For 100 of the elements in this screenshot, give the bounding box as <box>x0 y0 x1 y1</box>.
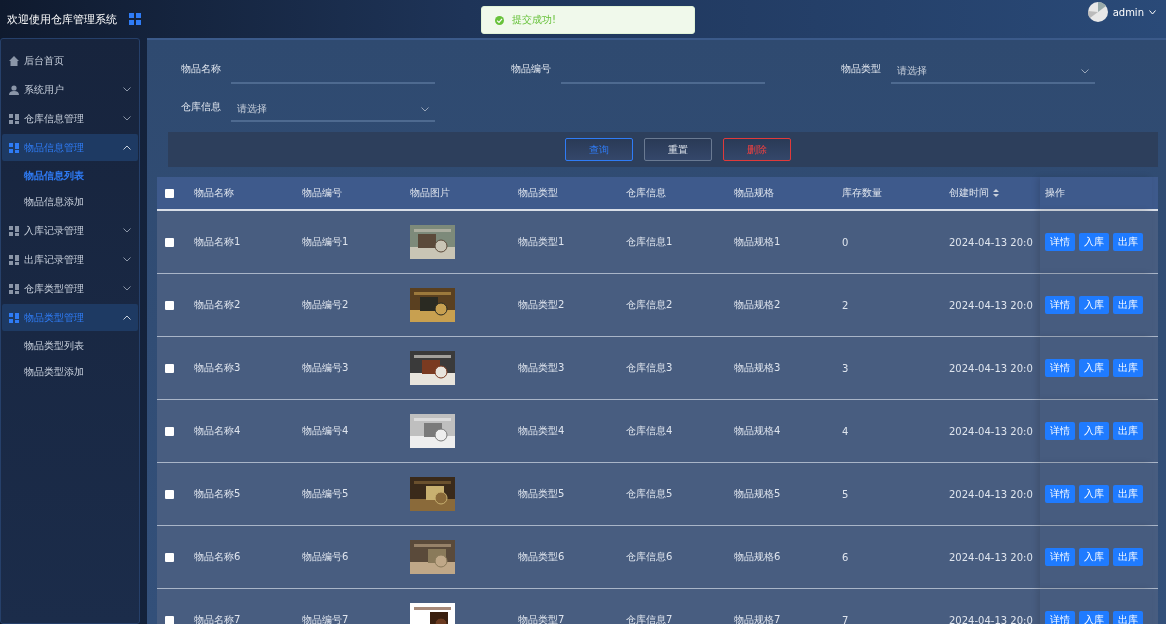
table-cell-text: 2024-04-13 20:0 <box>948 425 1034 437</box>
table-cell-text: 物品名称2 <box>193 298 242 312</box>
submenu-item[interactable]: 物品信息添加 <box>1 189 139 215</box>
table-cell-text: 仓库信息5 <box>625 487 674 501</box>
grid-icon <box>9 312 19 323</box>
table-cell-text: 2024-04-13 20:0 <box>948 614 1034 624</box>
table-cell-text: 2024-04-13 20:0 <box>948 362 1034 374</box>
table-cell-text: 2024-04-13 20:0 <box>948 551 1034 563</box>
field-label: 仓库信息 <box>181 100 222 114</box>
action-button[interactable]: 重置 <box>644 138 712 161</box>
row-checkbox[interactable] <box>165 490 174 499</box>
row-action-button[interactable]: 入库 <box>1079 548 1109 566</box>
table-cell-text: 物品规格5 <box>733 487 782 501</box>
caret-icon <box>1149 9 1156 15</box>
table-cell-text: 物品类型6 <box>517 550 566 564</box>
table-cell-text: 仓库信息1 <box>625 235 674 249</box>
field-label: 物品名称 <box>181 62 222 76</box>
row-action-button[interactable]: 详情 <box>1045 548 1075 566</box>
menu-item[interactable]: 仓库类型管理 <box>2 275 138 302</box>
submenu-item[interactable]: 物品类型列表 <box>1 333 139 359</box>
table-cell-text: 3 <box>841 362 850 374</box>
table-cell-text: 仓库信息4 <box>625 424 674 438</box>
column-header: 操作 <box>1045 186 1065 200</box>
row-checkbox[interactable] <box>165 616 174 624</box>
menu-item[interactable]: 系统用户 <box>2 76 138 103</box>
table-cell-text: 物品编号7 <box>301 613 350 624</box>
table-cell-text: 物品类型3 <box>517 361 566 375</box>
chevron-down-icon <box>123 116 131 121</box>
menu-item[interactable]: 仓库信息管理 <box>2 105 138 132</box>
grid-icon <box>9 225 19 236</box>
menu-item[interactable]: 出库记录管理 <box>2 246 138 273</box>
table-cell-text: 物品规格1 <box>733 235 782 249</box>
table-cell-text: 2024-04-13 20:0 <box>948 236 1034 248</box>
app-title: 欢迎使用仓库管理系统 <box>7 11 117 27</box>
table-cell-text: 物品编号2 <box>301 298 350 312</box>
menu-item[interactable]: 物品类型管理 <box>2 304 138 331</box>
table-cell-text: 物品类型2 <box>517 298 566 312</box>
row-action-button[interactable]: 出库 <box>1113 233 1143 251</box>
row-action-button[interactable]: 出库 <box>1113 611 1143 624</box>
table-cell-text: 物品规格7 <box>733 613 782 624</box>
check-icon <box>495 15 504 25</box>
table-cell-text: 物品编号3 <box>301 361 350 375</box>
table-cell-text: 物品类型1 <box>517 235 566 249</box>
table-cell-text: 物品规格4 <box>733 424 782 438</box>
chevron-down-icon <box>123 286 131 291</box>
action-button[interactable]: 删除 <box>723 138 791 161</box>
select-field[interactable]: 请选择 <box>891 60 1095 84</box>
table-cell-text: 物品类型4 <box>517 424 566 438</box>
table-cell-text: 5 <box>841 488 850 500</box>
row-action-button[interactable]: 详情 <box>1045 233 1075 251</box>
row-checkbox[interactable] <box>165 301 174 310</box>
row-action-button[interactable]: 出库 <box>1113 485 1143 503</box>
chevron-down-icon <box>123 87 131 92</box>
row-action-button[interactable]: 入库 <box>1079 422 1109 440</box>
table-cell-text: 物品编号6 <box>301 550 350 564</box>
row-action-button[interactable]: 出库 <box>1113 359 1143 377</box>
chevron-down-icon <box>421 106 429 112</box>
menu-item[interactable]: 后台首页 <box>2 47 138 74</box>
table-cell-text: 物品编号1 <box>301 235 350 249</box>
row-action-button[interactable]: 详情 <box>1045 296 1075 314</box>
toast-message: 提交成功! <box>512 13 556 27</box>
table-cell-text: 4 <box>841 425 850 437</box>
row-action-button[interactable]: 详情 <box>1045 422 1075 440</box>
submenu-item[interactable]: 物品类型添加 <box>1 359 139 385</box>
grid-icon <box>9 142 19 153</box>
row-checkbox[interactable] <box>165 427 174 436</box>
row-action-button[interactable]: 详情 <box>1045 359 1075 377</box>
grid-icon <box>9 113 19 124</box>
row-checkbox[interactable] <box>165 553 174 562</box>
row-checkbox[interactable] <box>165 238 174 247</box>
column-header: 物品类型 <box>518 187 558 198</box>
row-action-button[interactable]: 出库 <box>1113 548 1143 566</box>
row-action-button[interactable]: 详情 <box>1045 611 1075 624</box>
row-action-button[interactable]: 入库 <box>1079 359 1109 377</box>
row-action-button[interactable]: 入库 <box>1079 296 1109 314</box>
table-cell-text: 物品类型7 <box>517 613 566 624</box>
table-cell-text: 物品规格6 <box>733 550 782 564</box>
table-cell-text: 6 <box>841 551 850 563</box>
select-all-checkbox[interactable] <box>165 189 174 198</box>
row-action-button[interactable]: 入库 <box>1079 485 1109 503</box>
menu-item[interactable]: 入库记录管理 <box>2 217 138 244</box>
field-label: 物品类型 <box>841 62 882 76</box>
submenu-item[interactable]: 物品信息列表 <box>1 163 139 189</box>
grid-icon <box>129 13 141 25</box>
user-name[interactable]: admin <box>1112 6 1144 18</box>
table-cell-text: 0 <box>841 236 850 248</box>
column-header: 物品图片 <box>410 187 450 198</box>
row-action-button[interactable]: 入库 <box>1079 611 1109 624</box>
table-cell-text: 2024-04-13 20:0 <box>948 488 1034 500</box>
select-field[interactable]: 请选择 <box>231 98 435 122</box>
menu-item[interactable]: 物品信息管理 <box>2 134 138 161</box>
row-checkbox[interactable] <box>165 364 174 373</box>
column-header: 库存数量 <box>842 187 882 198</box>
grid-icon <box>9 254 19 265</box>
row-action-button[interactable]: 出库 <box>1113 296 1143 314</box>
row-action-button[interactable]: 出库 <box>1113 422 1143 440</box>
row-action-button[interactable]: 入库 <box>1079 233 1109 251</box>
row-action-button[interactable]: 详情 <box>1045 485 1075 503</box>
action-button[interactable]: 查询 <box>565 138 633 161</box>
table-cell-text: 物品名称1 <box>193 235 242 249</box>
